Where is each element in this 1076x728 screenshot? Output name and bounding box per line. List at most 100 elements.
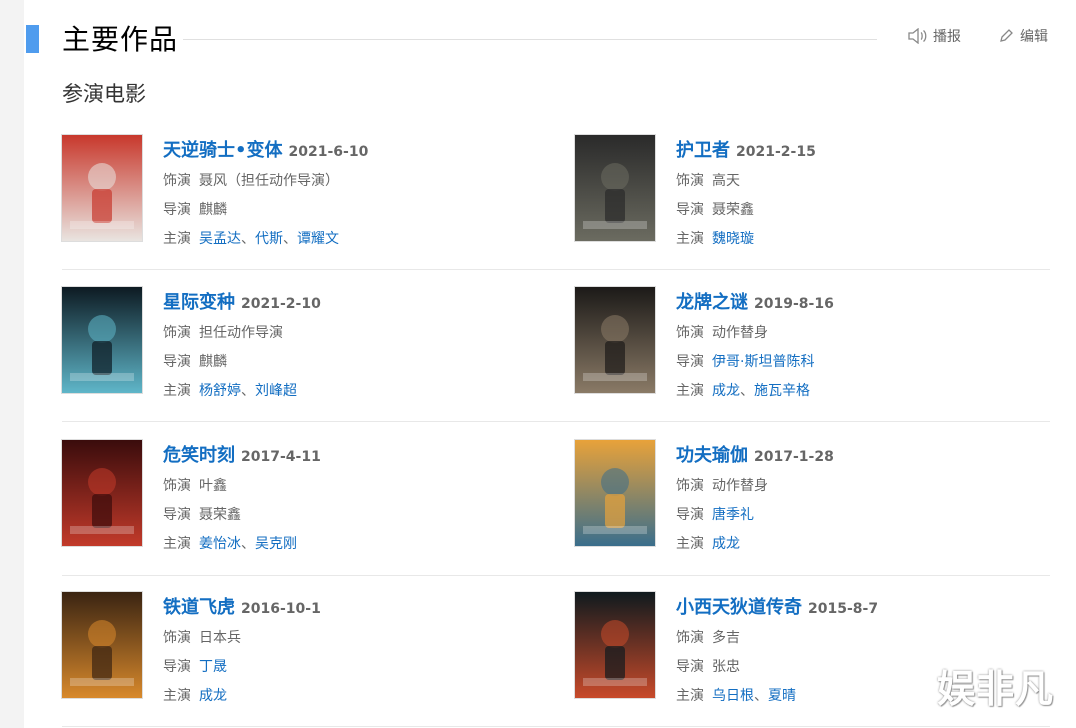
director-value[interactable]: 丁晟 [199,659,227,675]
separator: 、 [754,688,768,704]
role-row: 饰演 担任动作导演 [163,322,283,342]
role-label: 饰演 [676,173,704,189]
film-title-link[interactable]: 护卫者 [676,140,730,161]
director-label: 导演 [163,507,191,523]
cast-link[interactable]: 魏晓璇 [712,231,754,247]
role-value: 多吉 [712,630,740,646]
film-title-link[interactable]: 龙牌之谜 [676,292,748,313]
cast-link[interactable]: 吴克刚 [255,536,297,552]
film-entry: 星际变种 2021-2-10 饰演 担任动作导演 导演 麒麟 主演 杨舒婷、刘峰超 [62,287,542,399]
director-value: 张忠 [712,659,740,675]
director-label: 导演 [676,507,704,523]
poster-kungfu-yoga[interactable] [575,440,655,546]
film-entry: 铁道飞虎 2016-10-1 饰演 日本兵 导演 丁晟 主演 成龙 [62,592,542,704]
film-title-link[interactable]: 小西天狄道传奇 [676,597,802,618]
cast-label: 主演 [163,383,191,399]
film-entry: 龙牌之谜 2019-8-16 饰演 动作替身 导演 伊哥·斯坦普陈科 主演 成龙、施瓦辛… [575,287,1055,399]
cast-link[interactable]: 施瓦辛格 [754,383,810,399]
director-value[interactable]: 唐季礼 [712,507,754,523]
director-label: 导演 [676,659,704,675]
cast-label: 主演 [163,688,191,704]
row-divider [62,575,1050,576]
director-value: 麒麟 [199,354,227,370]
poster-legend[interactable] [575,592,655,698]
speaker-icon [907,28,927,44]
role-label: 饰演 [163,630,191,646]
cast-link[interactable]: 姜怡冰 [199,536,241,552]
report-button[interactable]: 播报 [907,26,961,46]
cast-link[interactable]: 谭耀文 [297,231,339,247]
cast-label: 主演 [676,383,704,399]
cast-label: 主演 [676,536,704,552]
director-row: 导演 张忠 [676,656,740,676]
film-entry: 护卫者 2021-2-15 饰演 高天 导演 聂荣鑫 主演 魏晓璇 [575,135,1055,247]
film-date: 2015-8-7 [808,601,879,617]
poster-ceremony[interactable] [62,135,142,241]
role-label: 饰演 [163,325,191,341]
role-value: 动作替身 [712,325,768,341]
film-date: 2021-6-10 [288,144,369,160]
director-label: 导演 [163,659,191,675]
section-title-divider [183,39,877,40]
cast-row: 主演 魏晓璇 [676,228,754,248]
cast-row: 主演 成龙 [676,533,740,553]
director-row: 导演 伊哥·斯坦普陈科 [676,351,814,371]
pencil-icon [998,28,1014,44]
separator: 、 [241,231,255,247]
subsection-title: 参演电影 [62,82,146,106]
cast-row: 主演 姜怡冰、吴克刚 [163,533,297,553]
cast-row: 主演 乌日根、夏晴 [676,685,796,705]
cast-link[interactable]: 成龙 [712,536,740,552]
role-value: 担任动作导演 [199,325,283,341]
director-row: 导演 唐季礼 [676,504,754,524]
director-row: 导演 丁晟 [163,656,227,676]
edit-button[interactable]: 编辑 [998,26,1048,46]
row-divider [62,726,1050,727]
cast-link[interactable]: 乌日根 [712,688,754,704]
role-row: 饰演 动作替身 [676,475,768,495]
film-date: 2017-4-11 [241,449,321,465]
film-title-link[interactable]: 危笑时刻 [163,445,235,466]
cast-link[interactable]: 刘峰超 [255,383,297,399]
poster-railroad-tigers[interactable] [62,592,142,698]
cast-row: 主演 成龙 [163,685,227,705]
film-title-link[interactable]: 星际变种 [163,292,235,313]
separator: 、 [283,231,297,247]
director-label: 导演 [676,354,704,370]
cast-link[interactable]: 吴孟达 [199,231,241,247]
watermark: 娱非凡 [937,667,1055,711]
role-row: 饰演 动作替身 [676,322,768,342]
director-row: 导演 聂荣鑫 [676,199,754,219]
cast-link[interactable]: 成龙 [199,688,227,704]
separator: 、 [740,383,754,399]
film-entry: 功夫瑜伽 2017-1-28 饰演 动作替身 导演 唐季礼 主演 成龙 [575,440,1055,552]
cast-label: 主演 [163,231,191,247]
poster-variant[interactable] [62,287,142,393]
role-value: 高天 [712,173,740,189]
poster-red-cast[interactable] [62,440,142,546]
row-divider [62,269,1050,270]
cast-row: 主演 成龙、施瓦辛格 [676,380,810,400]
poster-dark-figure[interactable] [575,135,655,241]
film-title-link[interactable]: 天逆骑士•变体 [163,140,283,161]
cast-link[interactable]: 代斯 [255,231,283,247]
film-title-link[interactable]: 铁道飞虎 [163,597,235,618]
section-title: 主要作品 [62,23,179,56]
cast-label: 主演 [163,536,191,552]
edit-label: 编辑 [1020,29,1048,45]
director-row: 导演 麒麟 [163,199,227,219]
role-value: 聂风（担任动作导演） [199,173,339,189]
cast-link[interactable]: 成龙 [712,383,740,399]
director-value[interactable]: 伊哥·斯坦普陈科 [712,354,814,370]
role-label: 饰演 [676,630,704,646]
director-row: 导演 麒麟 [163,351,227,371]
cast-link[interactable]: 杨舒婷 [199,383,241,399]
cast-link[interactable]: 夏晴 [768,688,796,704]
film-title-link[interactable]: 功夫瑜伽 [676,445,748,466]
role-value: 叶鑫 [199,478,227,494]
poster-dragon[interactable] [575,287,655,393]
film-entry: 危笑时刻 2017-4-11 饰演 叶鑫 导演 聂荣鑫 主演 姜怡冰、吴克刚 [62,440,542,552]
section-accent-bar [26,25,39,53]
director-label: 导演 [163,354,191,370]
director-value: 麒麟 [199,202,227,218]
